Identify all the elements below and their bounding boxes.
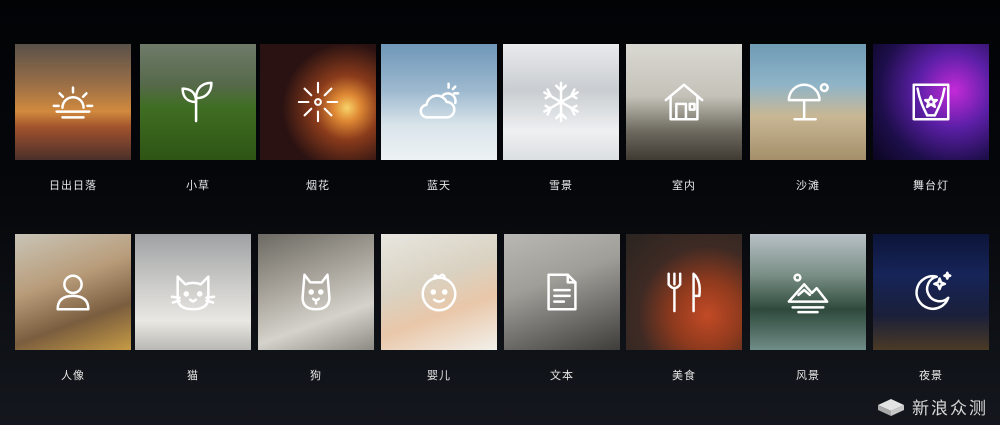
snowflake-icon [538, 79, 584, 125]
document-icon [539, 269, 585, 315]
scene-label: 蓝天 [427, 179, 451, 192]
scene-thumbnail [15, 44, 131, 160]
scene-label: 舞台灯 [913, 179, 949, 192]
scene-thumbnail [258, 234, 374, 350]
mountain-icon [785, 269, 831, 315]
scene-thumbnail [140, 44, 256, 160]
stage-icon [908, 79, 954, 125]
moon-stars-icon [908, 269, 954, 315]
scene-tile-landscape[interactable]: 风景 [750, 234, 866, 382]
scene-label: 猫 [187, 369, 199, 382]
scene-tile-night[interactable]: 夜景 [873, 234, 989, 382]
scene-tile-snow[interactable]: 雪景 [503, 44, 619, 192]
scene-tile-indoor[interactable]: 室内 [626, 44, 742, 192]
scene-thumbnail [626, 234, 742, 350]
scene-thumbnail [750, 234, 866, 350]
scene-thumbnail [873, 44, 989, 160]
scene-tile-cat[interactable]: 猫 [135, 234, 251, 382]
sina-logo-icon [876, 397, 906, 417]
scene-label: 雪景 [549, 179, 573, 192]
scene-tile-sunrise[interactable]: 日出日落 [15, 44, 131, 192]
cat-icon [170, 269, 216, 315]
scene-label: 沙滩 [796, 179, 820, 192]
scene-grid: 日出日落 小草 烟花 蓝天 雪景 室内 沙滩 舞台灯 人像 猫 狗 婴儿 文本 … [0, 0, 1000, 425]
sunrise-icon [50, 79, 96, 125]
partly-cloudy-icon [416, 79, 462, 125]
scene-tile-text[interactable]: 文本 [504, 234, 620, 382]
scene-label: 狗 [310, 369, 322, 382]
fork-knife-icon [661, 269, 707, 315]
scene-label: 人像 [61, 369, 85, 382]
scene-label: 文本 [550, 369, 574, 382]
scene-tile-blue-sky[interactable]: 蓝天 [381, 44, 497, 192]
dog-icon [293, 269, 339, 315]
scene-thumbnail [15, 234, 131, 350]
scene-tile-portrait[interactable]: 人像 [15, 234, 131, 382]
scene-thumbnail [503, 44, 619, 160]
scene-thumbnail [381, 234, 497, 350]
scene-thumbnail [626, 44, 742, 160]
scene-label: 美食 [672, 369, 696, 382]
scene-tile-baby[interactable]: 婴儿 [381, 234, 497, 382]
baby-icon [416, 269, 462, 315]
scene-label: 小草 [186, 179, 210, 192]
fireworks-icon [295, 79, 341, 125]
scene-thumbnail [135, 234, 251, 350]
scene-thumbnail [381, 44, 497, 160]
house-icon [661, 79, 707, 125]
scene-label: 室内 [672, 179, 696, 192]
scene-label: 日出日落 [49, 179, 97, 192]
beach-umbrella-icon [785, 79, 831, 125]
watermark-text: 新浪众测 [912, 399, 988, 419]
scene-label: 风景 [796, 369, 820, 382]
scene-label: 烟花 [306, 179, 330, 192]
sprout-icon [175, 79, 221, 125]
scene-tile-food[interactable]: 美食 [626, 234, 742, 382]
scene-tile-grass[interactable]: 小草 [140, 44, 256, 192]
scene-tile-dog[interactable]: 狗 [258, 234, 374, 382]
scene-thumbnail [260, 44, 376, 160]
scene-tile-fireworks[interactable]: 烟花 [260, 44, 376, 192]
scene-label: 夜景 [919, 369, 943, 382]
scene-thumbnail [504, 234, 620, 350]
scene-label: 婴儿 [427, 369, 451, 382]
person-icon [50, 269, 96, 315]
scene-tile-beach[interactable]: 沙滩 [750, 44, 866, 192]
scene-thumbnail [873, 234, 989, 350]
watermark: 新浪众测 [876, 394, 988, 419]
scene-tile-stage[interactable]: 舞台灯 [873, 44, 989, 192]
scene-thumbnail [750, 44, 866, 160]
